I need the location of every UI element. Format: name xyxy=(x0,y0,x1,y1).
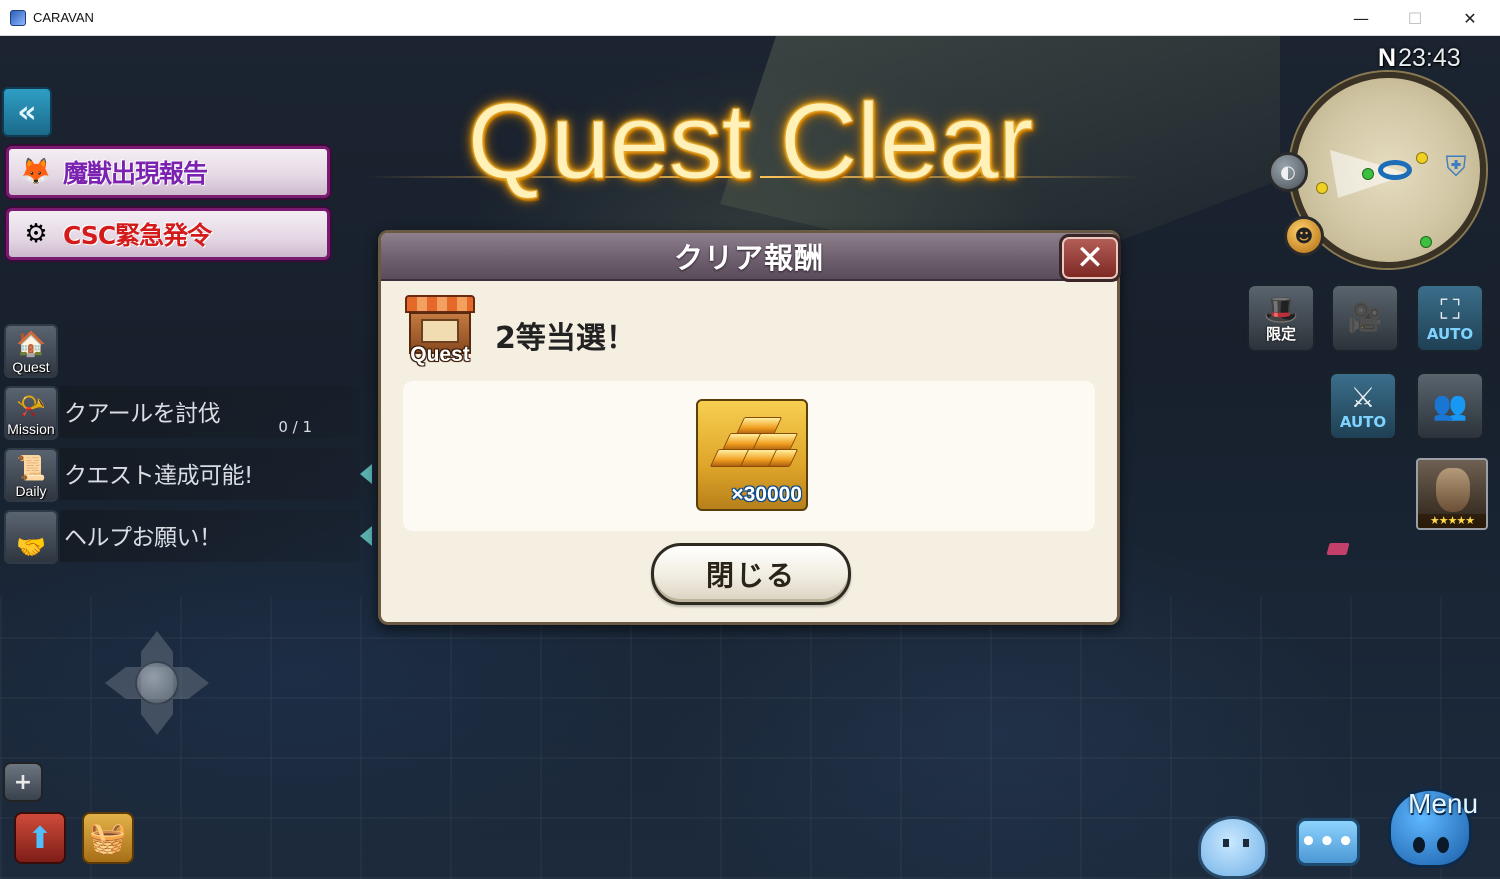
quest-board-icon: 🏠 xyxy=(16,330,46,358)
menu-label: Menu xyxy=(1408,788,1479,819)
mission-task-row[interactable]: クアールを討伐 0 / 1 xyxy=(60,386,360,438)
close-dialog-button[interactable]: 閉じる xyxy=(651,543,851,605)
virtual-joystick[interactable] xyxy=(105,631,209,735)
reward-quantity: ×30000 xyxy=(731,483,802,506)
minimap-zoom-button[interactable]: ◐ xyxy=(1268,152,1308,192)
quest-icon-label: Quest xyxy=(12,359,50,375)
menu-button[interactable]: Menu xyxy=(1376,774,1500,879)
chat-bubble-icon: ••• xyxy=(1300,827,1356,857)
mascot-eye xyxy=(1413,837,1425,853)
daily-scroll-icon: 📜 xyxy=(16,454,46,482)
minimap-player-marker xyxy=(1378,160,1412,180)
back-button[interactable]: « xyxy=(2,87,52,137)
maximize-button[interactable]: ☐ xyxy=(1388,0,1442,36)
window-titlebar: CARAVAN — ☐ ✕ xyxy=(0,0,1500,36)
help-task-row[interactable]: ヘルプお願い！ xyxy=(60,510,372,562)
emote-face-icon xyxy=(1223,839,1249,847)
auto-label: AUTO xyxy=(1339,413,1387,431)
badge-roof xyxy=(405,295,475,313)
camera-button[interactable]: 🎥 xyxy=(1331,284,1399,352)
badge-label: Quest xyxy=(410,343,470,366)
level-up-button[interactable]: ⬆ xyxy=(14,812,66,864)
badge-board xyxy=(421,319,459,343)
character-portrait[interactable]: ★★★★★ xyxy=(1416,458,1488,530)
gold-ingots-icon xyxy=(709,417,799,483)
limited-event-button[interactable]: 🎩 限定 xyxy=(1247,284,1315,352)
window-title: CARAVAN xyxy=(33,10,94,25)
banner-monster-report[interactable]: 🦊 魔獣出現報告 xyxy=(6,146,330,198)
joystick-knob[interactable] xyxy=(135,661,179,705)
auto-attack-button[interactable]: ⚔ AUTO xyxy=(1329,372,1397,440)
basket-icon: 🧺 xyxy=(89,820,127,856)
mission-task-label: クアールを討伐 xyxy=(64,401,221,427)
csc-emblem-icon: ⚙ xyxy=(24,219,48,249)
reward-panel: ×30000 xyxy=(403,381,1095,531)
row-pointer-icon xyxy=(360,526,372,546)
minimap-npc-marker xyxy=(1420,236,1432,248)
emote-button[interactable] xyxy=(1198,816,1268,879)
handshake-icon: 🤝 xyxy=(16,533,46,561)
row-pointer-icon xyxy=(360,464,372,484)
map-toggle-icon: ◐ xyxy=(1280,161,1296,183)
compass-north-label: N xyxy=(1378,44,1397,72)
prize-result-text: 2等当選！ xyxy=(495,321,636,356)
expand-shortcut-button[interactable]: + xyxy=(3,762,43,802)
party-button[interactable]: 👥 xyxy=(1416,372,1484,440)
arrow-up-icon: ⬆ xyxy=(27,820,53,856)
group-icon: 👥 xyxy=(1432,389,1468,422)
crossed-swords-icon: ⚔ xyxy=(1350,381,1376,414)
daily-button[interactable]: 📜 Daily xyxy=(4,448,58,502)
help-button[interactable]: 🤝 xyxy=(4,510,58,564)
auto-label: AUTO xyxy=(1426,325,1474,343)
dialog-title: クリア報酬 xyxy=(673,241,824,275)
mission-horn-icon: 📯 xyxy=(16,392,46,420)
banner-label: 魔獣出現報告 xyxy=(63,159,208,188)
caravan-app-icon xyxy=(10,9,26,26)
fox-mask-icon: 🦊 xyxy=(19,157,53,187)
background-ground xyxy=(0,596,1500,879)
close-button-label: 閉じる xyxy=(705,559,796,592)
rarity-stars: ★★★★★ xyxy=(1418,514,1486,528)
minimap-npc-marker xyxy=(1362,168,1374,180)
banner-label: CSC緊急発令 xyxy=(63,221,212,250)
minimap-poi-marker xyxy=(1316,182,1328,194)
daily-task-label: クエスト達成可能! xyxy=(64,463,253,489)
auto-battle-button[interactable]: ⛶ AUTO xyxy=(1416,284,1484,352)
mission-button[interactable]: 📯 Mission xyxy=(4,386,58,440)
petal-particle xyxy=(1326,543,1350,555)
mission-task-count: 0 / 1 xyxy=(278,418,312,436)
mission-icon-label: Mission xyxy=(7,421,55,437)
reward-item-tile[interactable]: ×30000 xyxy=(696,399,808,511)
mascot-face-button[interactable]: ☻ xyxy=(1284,216,1324,256)
close-icon: ✕ xyxy=(1075,238,1105,278)
dialog-header: クリア報酬 xyxy=(381,233,1117,281)
clock-time: 23:43 xyxy=(1398,44,1461,72)
shop-basket-button[interactable]: 🧺 xyxy=(82,812,134,864)
plus-icon: + xyxy=(13,769,33,795)
dialog-close-button[interactable]: ✕ xyxy=(1059,234,1121,282)
daily-task-row[interactable]: クエスト達成可能! xyxy=(60,448,372,500)
daily-icon-label: Daily xyxy=(15,483,47,499)
chat-button[interactable]: ••• xyxy=(1296,818,1360,866)
minimize-button[interactable]: — xyxy=(1334,0,1388,36)
camera-icon: 🎥 xyxy=(1347,301,1383,334)
shield-sword-icon: ⛨ xyxy=(1445,150,1467,183)
banner-csc-emergency[interactable]: ⚙ CSC緊急発令 xyxy=(6,208,330,260)
mascot-face-icon: ☻ xyxy=(1294,225,1314,247)
limited-label: 限定 xyxy=(1265,325,1296,343)
window-close-button[interactable]: ✕ xyxy=(1443,0,1497,36)
portrait-face xyxy=(1436,468,1470,512)
clock: N23:43 xyxy=(1378,44,1461,73)
clear-reward-dialog: クリア報酬 ✕ Quest 2等当選！ ×30000 閉じる xyxy=(378,230,1121,625)
double-chevron-left-icon: « xyxy=(17,94,37,130)
game-viewport[interactable]: Quest Clear « 🦊 魔獣出現報告 ⚙ CSC緊急発令 🏠 Quest… xyxy=(0,36,1500,879)
quest-clear-title: Quest Clear xyxy=(467,80,1034,201)
quest-badge-icon: Quest xyxy=(401,295,479,371)
auto-target-icon: ⛶ xyxy=(1440,293,1460,326)
top-hat-icon: 🎩 xyxy=(1263,293,1299,326)
mascot-eye xyxy=(1437,837,1449,853)
help-task-label: ヘルプお願い！ xyxy=(64,525,222,551)
minimap-poi-marker xyxy=(1416,152,1428,164)
quest-tracker-button[interactable]: 🏠 Quest xyxy=(4,324,58,378)
